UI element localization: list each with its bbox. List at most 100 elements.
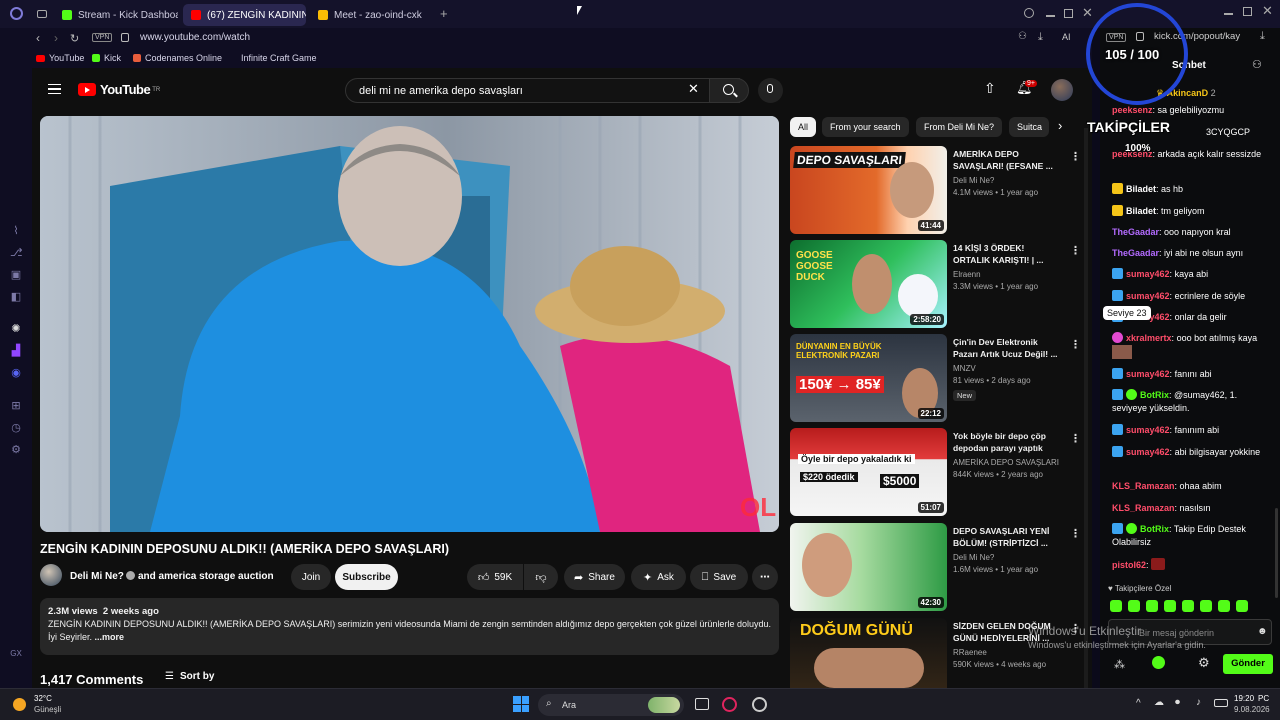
emoji-icon[interactable]: ☻ <box>1257 626 1268 637</box>
start-button[interactable] <box>513 696 529 712</box>
emote-icon[interactable] <box>1128 600 1140 612</box>
more-options-icon[interactable]: ⋮ <box>1070 338 1081 351</box>
weather-temp[interactable]: 32°C <box>34 694 52 703</box>
related-video[interactable]: 42:30 DEPO SAVAŞLARI YENİ BÖLÜM! (STRİPT… <box>790 523 1090 613</box>
chat-message[interactable]: BotRix: @sumay462, 1. seviyeye yükseldin… <box>1112 389 1272 415</box>
chat-username[interactable]: BotRix <box>1140 524 1169 534</box>
dislike-button[interactable]: 👎︎ <box>524 564 558 590</box>
taskbar-search[interactable]: ⌕ Ara <box>538 694 684 716</box>
tab-meet[interactable]: Meet - zao-oind-cxk <box>310 4 438 26</box>
aria-icon[interactable]: ⌇ <box>10 225 22 237</box>
subscribe-button[interactable]: Subscribe <box>335 564 398 590</box>
chat-username[interactable]: pistol62 <box>1112 560 1146 570</box>
chat-username[interactable]: TheGaadar <box>1112 227 1159 237</box>
chat-message[interactable]: BotRix: Takip Edip Destek Olabilirsiz <box>1112 523 1272 549</box>
mic-tray-icon[interactable]: ⏺ <box>1175 697 1180 708</box>
points-icon[interactable]: ⁂ <box>1114 658 1125 671</box>
back-icon[interactable]: ‹ <box>36 31 40 45</box>
save-button[interactable]: ⎕ Save <box>690 564 748 590</box>
chat-message[interactable]: xkralmertx: ooo bot atılmış kaya <box>1112 332 1272 360</box>
opera-logo-icon[interactable] <box>10 7 23 20</box>
related-video[interactable]: GOOSE GOOSE DUCK 2:58:20 14 KİŞİ 3 ÖRDEK… <box>790 240 1090 330</box>
bookmark-codenames[interactable]: Codenames Online <box>133 53 222 63</box>
minimize-icon[interactable] <box>1224 13 1233 15</box>
chat-username[interactable]: sumay462 <box>1126 291 1170 301</box>
volume-icon[interactable]: ♪ <box>1196 697 1201 708</box>
chat-scrollbar[interactable] <box>1275 508 1278 598</box>
chat-username[interactable]: peeksenz <box>1112 105 1153 115</box>
avatar[interactable] <box>1051 79 1073 101</box>
chips-next-icon[interactable]: › <box>1058 118 1062 133</box>
search-tabs-icon[interactable] <box>1024 8 1034 18</box>
related-video[interactable]: Öyle bir depo yakaladık ki $220 ödedik $… <box>790 428 1090 518</box>
voice-search-button[interactable] <box>758 78 783 103</box>
chat-message[interactable]: sumay462: ecrinlere de söyle <box>1112 290 1272 303</box>
menu-icon[interactable] <box>48 84 61 94</box>
chat-username[interactable]: Biladet <box>1126 184 1156 194</box>
related-video[interactable]: DEPO SAVAŞLARI 41:44 AMERİKA DEPO SAVAŞL… <box>790 146 1090 236</box>
show-more-link[interactable]: ...more <box>95 632 125 642</box>
send-button[interactable]: Gönder <box>1223 654 1273 674</box>
chat-username[interactable]: sumay462 <box>1126 447 1170 457</box>
chat-message[interactable]: Biladet: as hb <box>1112 183 1272 196</box>
chat-message[interactable]: sumay462: fanını abi <box>1112 368 1272 381</box>
related-video[interactable]: DÜNYANIN EN BÜYÜK ELEKTRONİK PAZARI 150¥… <box>790 334 1090 424</box>
url-field[interactable]: www.youtube.com/watch <box>140 32 250 43</box>
collab-channel[interactable]: and america storage auction <box>138 571 274 582</box>
close-icon[interactable]: ✕ <box>1262 3 1273 19</box>
tab-youtube[interactable]: (67) ZENGİN KADININ D <box>183 4 306 26</box>
more-options-icon[interactable]: ⋮ <box>1070 432 1081 445</box>
pinboard-icon[interactable]: ◧ <box>10 291 22 303</box>
vpn-badge[interactable]: VPN <box>92 33 113 42</box>
chat-username[interactable]: sumay462 <box>1126 369 1170 379</box>
tray-chevron-icon[interactable]: ^ <box>1136 698 1141 709</box>
emote-icon[interactable] <box>1110 600 1122 612</box>
chip-from-search[interactable]: From your search <box>822 117 909 137</box>
page-scrollbar[interactable] <box>1084 128 1088 688</box>
chat-username[interactable]: KLS_Ramazan <box>1112 503 1175 513</box>
sort-button[interactable]: ☰ Sort by <box>165 671 214 682</box>
clock-date[interactable]: 9.08.2026 <box>1234 705 1270 714</box>
history-icon[interactable]: ◷ <box>10 422 22 434</box>
chat-message[interactable]: KLS_Ramazan: ohaa abim <box>1112 480 1272 493</box>
weather-icon[interactable] <box>13 698 26 711</box>
opera-gx-taskbar-icon[interactable] <box>722 697 737 712</box>
clock-time[interactable]: 19:20 <box>1234 694 1254 703</box>
youtube-logo[interactable]: YouTube TR <box>78 82 160 97</box>
download-icon[interactable]: ⤓ <box>1260 30 1265 43</box>
chat-username[interactable]: xkralmertx <box>1126 333 1172 343</box>
bookmark-youtube[interactable]: YouTube <box>36 53 84 63</box>
extensions-icon[interactable]: ⊞ <box>10 400 22 412</box>
search-input[interactable]: deli mi ne amerika depo savaşları <box>345 78 740 103</box>
join-button[interactable]: Join <box>291 564 331 590</box>
chat-message[interactable]: peeksenz: sa gelebiliyozmu <box>1112 104 1272 117</box>
weather-desc[interactable]: Güneşli <box>34 705 61 714</box>
chat-message[interactable]: TheGaadar: iyi abi ne olsun aynı <box>1112 247 1272 260</box>
chat-username[interactable]: BotRix <box>1140 390 1169 400</box>
wallet-icon[interactable]: ▣ <box>10 269 22 281</box>
chat-message[interactable]: 3CYQGCP <box>1206 126 1280 139</box>
chatgpt-icon[interactable]: ✺ <box>10 323 22 335</box>
more-actions-button[interactable]: ⋯ <box>752 564 778 590</box>
emote-icon[interactable] <box>1182 600 1194 612</box>
chat-message[interactable]: sumay462: kaya abi <box>1112 268 1272 281</box>
close-icon[interactable]: ✕ <box>1082 5 1093 21</box>
more-options-icon[interactable]: ⋮ <box>1070 527 1081 540</box>
emote-icon[interactable] <box>1218 600 1230 612</box>
more-options-icon[interactable]: ⋮ <box>1070 244 1081 257</box>
minimize-icon[interactable] <box>1046 15 1055 17</box>
chip-from-channel[interactable]: From Deli Mi Ne? <box>916 117 1003 137</box>
tab-overview-icon[interactable] <box>37 10 47 18</box>
input-language[interactable]: PC <box>1258 694 1269 703</box>
upload-icon[interactable]: ⇧ <box>984 80 996 97</box>
chip-suitcase[interactable]: Suitca <box>1009 117 1049 137</box>
network-tray-icon[interactable]: ☁ <box>1154 697 1164 708</box>
chat-username[interactable]: TheGaadar <box>1112 248 1159 258</box>
more-options-icon[interactable]: ⋮ <box>1070 150 1081 163</box>
task-view-icon[interactable] <box>695 698 709 710</box>
emote-icon[interactable] <box>1146 600 1158 612</box>
chat-message[interactable]: sumay462: fanınım abi <box>1112 424 1272 437</box>
channel-avatar[interactable] <box>40 564 62 586</box>
emote-icon[interactable] <box>1200 600 1212 612</box>
search-button[interactable] <box>709 78 749 103</box>
